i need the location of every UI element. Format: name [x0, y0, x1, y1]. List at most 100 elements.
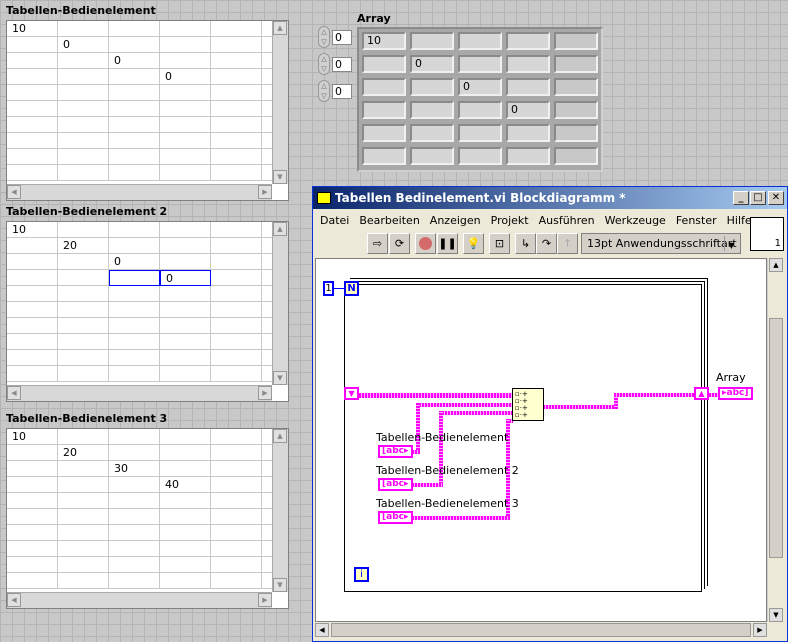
table-cell[interactable] — [160, 165, 211, 181]
table-cell[interactable] — [262, 69, 272, 85]
scroll-left-icon[interactable]: ◀ — [7, 185, 21, 199]
table-cell[interactable] — [211, 445, 262, 461]
table-cell[interactable] — [160, 149, 211, 165]
array-element[interactable]: 0 — [506, 101, 550, 119]
table-cell[interactable] — [58, 429, 109, 445]
table-cell[interactable] — [7, 238, 58, 254]
table-cell[interactable] — [109, 350, 160, 366]
table-cell[interactable] — [262, 238, 272, 254]
array-element[interactable] — [410, 32, 454, 50]
table-cell[interactable] — [58, 254, 109, 270]
vertical-scrollbar[interactable]: ▲ ▼ — [272, 222, 288, 385]
table-control-terminal[interactable]: [abc▸ — [378, 478, 413, 491]
table-cell[interactable]: 40 — [160, 477, 211, 493]
table-cell[interactable] — [7, 117, 58, 133]
minimize-button[interactable]: _ — [733, 191, 749, 205]
array-element[interactable] — [410, 124, 454, 142]
table-cell[interactable] — [7, 573, 58, 589]
table-cell[interactable] — [160, 21, 211, 37]
table-cell[interactable] — [262, 117, 272, 133]
index-spinner-icon[interactable]: △ ▽ — [318, 53, 330, 75]
table-cell[interactable] — [211, 302, 262, 318]
menu-item[interactable]: Datei — [315, 211, 354, 231]
table-cell[interactable] — [262, 270, 272, 286]
array-element[interactable] — [458, 32, 502, 50]
table-cell[interactable] — [58, 69, 109, 85]
table-cell[interactable] — [7, 254, 58, 270]
table-cell[interactable] — [160, 286, 211, 302]
table-cell[interactable] — [211, 557, 262, 573]
table-cell[interactable] — [109, 37, 160, 53]
array-element[interactable] — [362, 55, 406, 73]
array-index-value[interactable]: 0 — [332, 30, 352, 45]
table-cell[interactable] — [7, 525, 58, 541]
table-cell[interactable] — [58, 85, 109, 101]
table-cell[interactable]: 20 — [58, 238, 109, 254]
scroll-down-icon[interactable]: ▼ — [273, 371, 287, 385]
vertical-scrollbar[interactable]: ▲ ▼ — [767, 258, 784, 622]
horizontal-scrollbar[interactable]: ◀ ▶ — [7, 385, 272, 401]
scroll-up-icon[interactable]: ▲ — [273, 21, 287, 35]
table-cell[interactable]: 10 — [7, 21, 58, 37]
table-cell[interactable] — [262, 350, 272, 366]
array-element[interactable] — [362, 78, 406, 96]
table-cell[interactable] — [160, 461, 211, 477]
wire[interactable] — [416, 403, 420, 453]
table-cell[interactable] — [211, 350, 262, 366]
menu-item[interactable]: Anzeigen — [425, 211, 486, 231]
array-element[interactable] — [554, 32, 598, 50]
menu-item[interactable]: Ausführen — [534, 211, 600, 231]
table-cell[interactable] — [58, 149, 109, 165]
table-cell[interactable] — [7, 557, 58, 573]
table-cell[interactable] — [262, 477, 272, 493]
table-cell[interactable] — [211, 286, 262, 302]
table-cell[interactable] — [160, 302, 211, 318]
scroll-left-icon[interactable]: ◀ — [7, 386, 21, 400]
table-cell[interactable] — [109, 445, 160, 461]
table-cell[interactable] — [211, 117, 262, 133]
menu-item[interactable]: Werkzeuge — [600, 211, 671, 231]
pause-icon[interactable]: ❚❚ — [437, 233, 458, 254]
array-element[interactable] — [506, 32, 550, 50]
table-cell[interactable]: 10 — [7, 222, 58, 238]
table-cell[interactable] — [58, 222, 109, 238]
table-cell[interactable] — [160, 37, 211, 53]
table-cell[interactable] — [109, 334, 160, 350]
table-cell[interactable] — [7, 477, 58, 493]
step-into-icon[interactable]: ↳ — [515, 233, 536, 254]
shift-register-left-icon[interactable]: ▼ — [344, 387, 359, 400]
table-cell[interactable] — [109, 69, 160, 85]
table-cell[interactable] — [211, 334, 262, 350]
wire[interactable] — [416, 403, 513, 407]
table-cell[interactable] — [262, 85, 272, 101]
table-cell[interactable] — [7, 461, 58, 477]
table-cell[interactable] — [7, 302, 58, 318]
table-cell[interactable] — [211, 133, 262, 149]
array-element[interactable] — [458, 147, 502, 165]
table-cell[interactable] — [262, 525, 272, 541]
maximize-button[interactable]: □ — [750, 191, 766, 205]
array-element[interactable] — [506, 124, 550, 142]
table-cell[interactable] — [160, 445, 211, 461]
table-cell[interactable] — [58, 525, 109, 541]
table-cell[interactable] — [211, 165, 262, 181]
table-cell[interactable] — [262, 493, 272, 509]
table-cell[interactable] — [211, 101, 262, 117]
array-element[interactable] — [554, 55, 598, 73]
table-cell[interactable] — [211, 525, 262, 541]
table-cell[interactable] — [58, 493, 109, 509]
table-cell[interactable] — [109, 493, 160, 509]
table-cell[interactable] — [262, 445, 272, 461]
table-cell[interactable] — [109, 270, 160, 286]
table-cell[interactable] — [58, 350, 109, 366]
table-cell[interactable] — [58, 366, 109, 382]
build-array-node[interactable]: ▫·+ ▫·+ ▫·+ ▫·+ — [512, 388, 544, 421]
table-cell[interactable] — [109, 477, 160, 493]
table-control[interactable]: 10 20 30 40 ▲ ▼ ◀ ▶ — [6, 428, 289, 609]
table-cell[interactable] — [7, 445, 58, 461]
table-cell[interactable] — [7, 270, 58, 286]
table-cell[interactable] — [7, 37, 58, 53]
table-cell[interactable] — [262, 165, 272, 181]
array-element[interactable] — [362, 147, 406, 165]
index-spinner-icon[interactable]: △ ▽ — [318, 80, 330, 102]
